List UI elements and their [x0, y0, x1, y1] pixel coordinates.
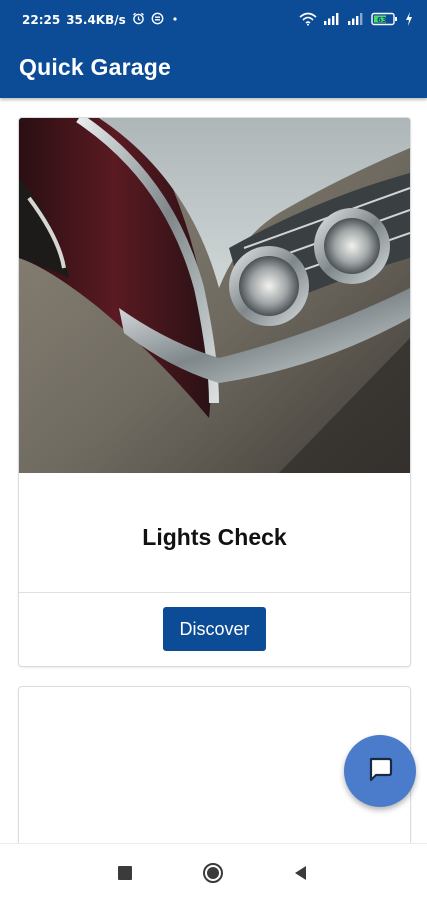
- network-speed: 35.4KB/s: [66, 13, 126, 27]
- status-bar: 22:25 35.4KB/s 63: [0, 0, 427, 40]
- system-nav-bar: [0, 843, 427, 901]
- back-triangle-icon[interactable]: [290, 862, 312, 884]
- alarm-icon: [132, 12, 145, 28]
- chat-icon: [367, 756, 393, 787]
- home-circle-icon[interactable]: [202, 862, 224, 884]
- sync-icon: [151, 12, 164, 28]
- status-time: 22:25: [22, 13, 61, 27]
- app-title: Quick Garage: [19, 54, 171, 80]
- feature-card[interactable]: Lights Check Discover: [18, 117, 411, 667]
- dot-icon: [170, 13, 180, 27]
- signal-icon: [347, 11, 365, 30]
- wifi-icon: [299, 11, 317, 30]
- card-image: [19, 118, 410, 473]
- signal-icon: [323, 11, 341, 30]
- discover-button[interactable]: Discover: [163, 607, 266, 651]
- battery-icon: 63: [371, 11, 399, 30]
- chat-fab-button[interactable]: [344, 735, 416, 807]
- battery-level: 63: [377, 16, 387, 24]
- card-title: Lights Check: [142, 524, 287, 550]
- status-left: 22:25 35.4KB/s: [22, 12, 180, 28]
- card-divider: [19, 592, 410, 593]
- charging-icon: [405, 11, 413, 30]
- recents-square-icon[interactable]: [114, 862, 136, 884]
- app-bar: Quick Garage: [0, 40, 427, 98]
- status-right: 63: [299, 11, 413, 30]
